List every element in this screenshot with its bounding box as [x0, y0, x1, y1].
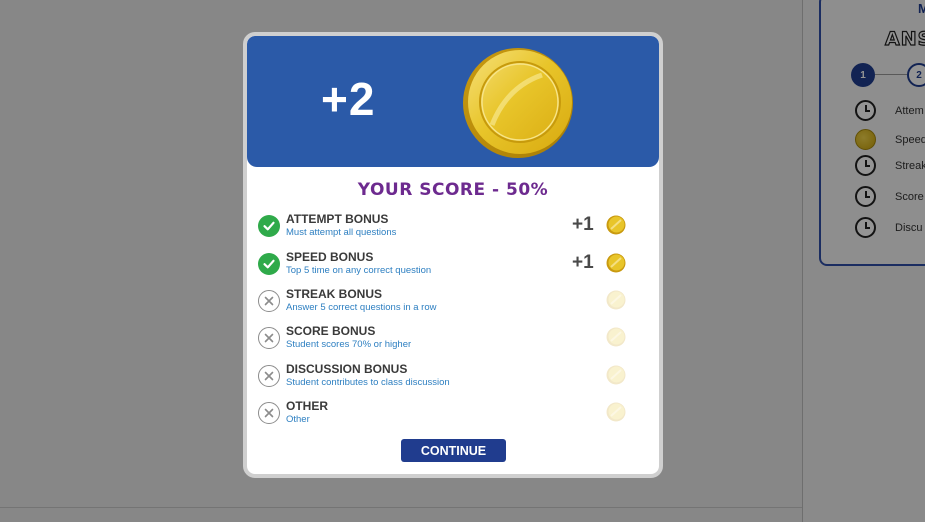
- score-title: YOUR SCORE - 50%: [357, 180, 549, 200]
- bonus-row-other: OTHER Other: [258, 399, 628, 429]
- bonus-title: DISCUSSION BONUS: [286, 362, 408, 376]
- bonus-row-speed: SPEED BONUS Top 5 time on any correct qu…: [258, 250, 628, 280]
- x-circle-icon: [258, 327, 280, 349]
- bonus-description: Student contributes to class discussion: [286, 377, 450, 388]
- bonus-row-discussion: DISCUSSION BONUS Student contributes to …: [258, 362, 628, 392]
- bonus-description: Answer 5 correct questions in a row: [286, 302, 437, 313]
- x-circle-icon: [258, 365, 280, 387]
- check-icon: [258, 253, 280, 275]
- coin-icon: [606, 365, 626, 385]
- gold-coin-icon: [463, 48, 573, 158]
- bonus-title: ATTEMPT BONUS: [286, 212, 389, 226]
- bonus-title: SCORE BONUS: [286, 324, 376, 338]
- bonus-description: Other: [286, 414, 310, 425]
- coin-icon: [606, 215, 626, 235]
- award-points: +2: [321, 73, 376, 125]
- bonus-row-attempt: ATTEMPT BONUS Must attempt all questions…: [258, 212, 628, 242]
- bonus-points: +1: [572, 252, 594, 273]
- score-modal: +2 YOUR SCORE - 50% ATTEMPT BONUS Must a…: [243, 32, 663, 478]
- bonus-title: STREAK BONUS: [286, 287, 383, 301]
- bonus-description: Student scores 70% or higher: [286, 339, 412, 350]
- continue-button[interactable]: CONTINUE: [401, 439, 506, 462]
- check-icon: [258, 215, 280, 237]
- bonus-row-score: SCORE BONUS Student scores 70% or higher: [258, 324, 628, 354]
- coin-icon: [606, 402, 626, 422]
- coin-icon: [606, 327, 626, 347]
- bonus-description: Must attempt all questions: [286, 227, 397, 238]
- bonus-title: SPEED BONUS: [286, 250, 374, 264]
- x-circle-icon: [258, 290, 280, 312]
- coin-icon: [606, 290, 626, 310]
- bonus-row-streak: STREAK BONUS Answer 5 correct questions …: [258, 287, 628, 317]
- x-circle-icon: [258, 402, 280, 424]
- bonus-title: OTHER: [286, 399, 328, 413]
- bonus-description: Top 5 time on any correct question: [286, 265, 432, 276]
- bonus-points: +1: [572, 214, 594, 235]
- modal-header: +2: [247, 36, 659, 167]
- coin-icon: [606, 253, 626, 273]
